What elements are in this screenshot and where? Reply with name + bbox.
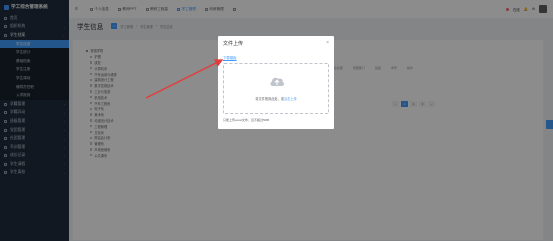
annotation-arrow (145, 59, 224, 99)
